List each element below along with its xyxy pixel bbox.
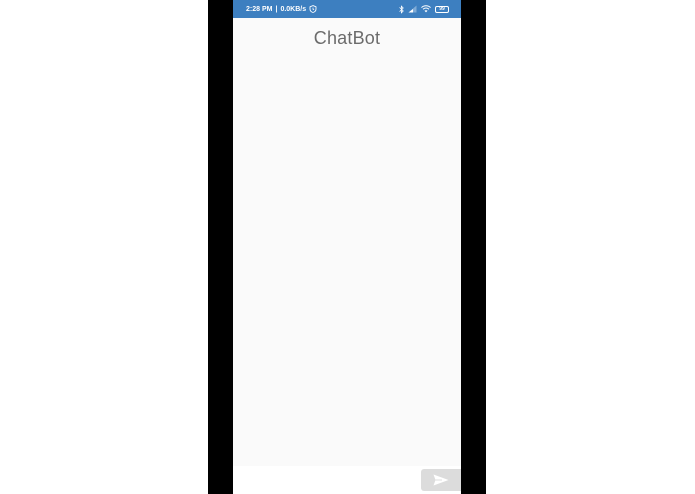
status-right: 99 [399,3,449,15]
app-screen: 2:28 PM | 0.0KB/s 99 ChatBot [233,0,461,494]
bluetooth-icon [399,4,404,14]
battery-level: 99 [439,5,445,12]
status-left: 2:28 PM | 0.0KB/s [246,3,317,15]
message-composer [233,466,461,494]
message-input[interactable] [239,470,415,490]
device-frame: 2:28 PM | 0.0KB/s 99 ChatBot [208,0,486,494]
send-button[interactable] [421,469,461,491]
signal-icon [408,5,417,13]
status-bar: 2:28 PM | 0.0KB/s 99 [233,0,461,18]
screenshot-stage: 2:28 PM | 0.0KB/s 99 ChatBot [0,0,695,494]
status-time: 2:28 PM [246,5,273,13]
battery-icon: 99 [435,5,449,13]
wifi-icon [421,5,431,13]
chat-message-list[interactable] [233,56,461,466]
status-network-speed: 0.0KB/s [280,5,307,13]
page-title: ChatBot [313,28,381,48]
status-separator: | [275,5,278,13]
shield-alarm-icon [309,5,317,13]
send-icon [433,474,449,486]
